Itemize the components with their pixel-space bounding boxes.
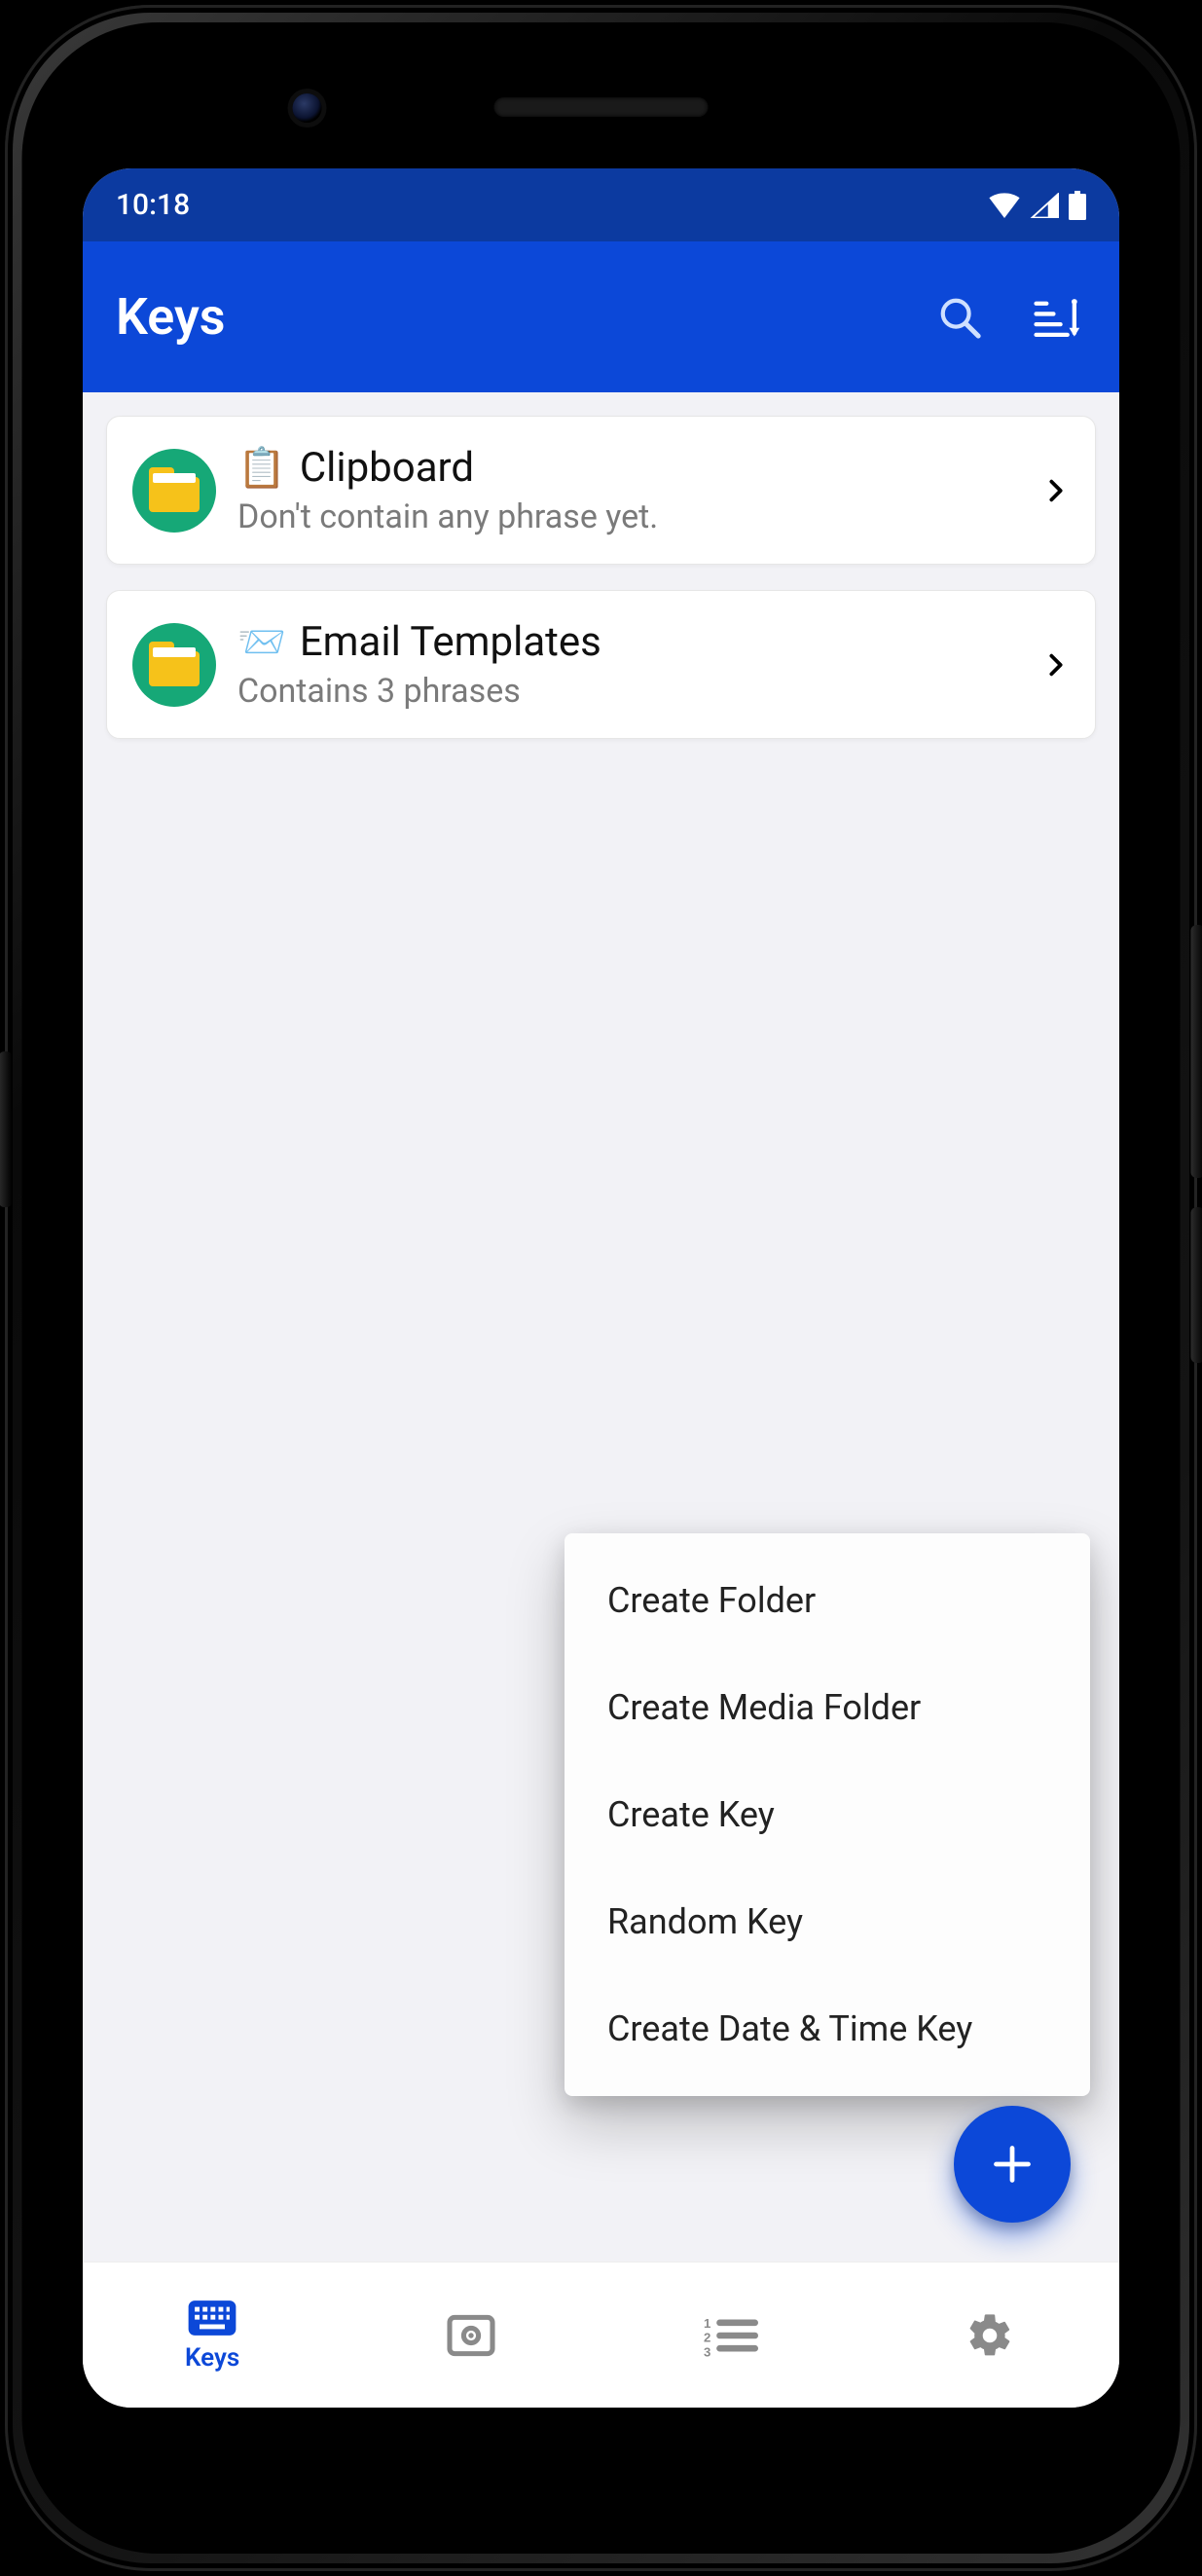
- folder-subtitle: Don't contain any phrase yet.: [237, 497, 1042, 536]
- folder-emoji-icon: 📋: [237, 445, 286, 491]
- volume-up-button: [1190, 925, 1202, 1178]
- folder-emoji-icon: 📨: [237, 619, 286, 665]
- screen: 10:18 Keys: [83, 168, 1119, 2408]
- plus-icon: [991, 2143, 1034, 2186]
- fab-menu: Create Folder Create Media Folder Create…: [565, 1533, 1090, 2096]
- numbered-list-icon: 1 2 3: [704, 2314, 758, 2357]
- folder-card-clipboard[interactable]: 📋 Clipboard Don't contain any phrase yet…: [106, 416, 1096, 565]
- page-title: Keys: [116, 287, 930, 347]
- search-button[interactable]: [930, 288, 989, 347]
- menu-item-create-date-time-key[interactable]: Create Date & Time Key: [565, 1975, 1090, 2082]
- status-bar: 10:18: [83, 168, 1119, 241]
- menu-item-create-key[interactable]: Create Key: [565, 1761, 1090, 1868]
- folder-icon: [132, 623, 216, 707]
- folder-title: Email Templates: [300, 618, 601, 666]
- folder-card-email-templates[interactable]: 📨 Email Templates Contains 3 phrases: [106, 590, 1096, 739]
- sort-icon: [1033, 295, 1081, 340]
- wifi-icon: [989, 193, 1020, 218]
- svg-text:3: 3: [704, 2344, 710, 2357]
- media-icon: [446, 2314, 496, 2357]
- status-time: 10:18: [116, 188, 190, 222]
- phone-frame: 10:18 Keys: [0, 0, 1202, 2576]
- folder-icon: [132, 449, 216, 533]
- chevron-right-icon: [1042, 477, 1070, 504]
- app-bar-actions: [930, 288, 1086, 347]
- content-area: 📋 Clipboard Don't contain any phrase yet…: [83, 392, 1119, 2262]
- svg-text:2: 2: [704, 2330, 710, 2344]
- fab-add-button[interactable]: [954, 2106, 1071, 2223]
- nav-tab-settings[interactable]: [860, 2263, 1119, 2408]
- svg-text:1: 1: [704, 2315, 710, 2330]
- stage: 10:18 Keys: [0, 0, 1202, 2576]
- search-icon: [937, 295, 982, 340]
- nav-label-keys: Keys: [185, 2343, 239, 2373]
- phone-speaker: [494, 97, 709, 117]
- folder-texts: 📋 Clipboard Don't contain any phrase yet…: [237, 444, 1042, 536]
- nav-tab-keys[interactable]: Keys: [83, 2263, 342, 2408]
- signal-icon: [1030, 193, 1059, 218]
- menu-item-create-folder[interactable]: Create Folder: [565, 1547, 1090, 1654]
- home-indicator[interactable]: [465, 2380, 738, 2390]
- gear-icon: [965, 2311, 1014, 2360]
- folder-subtitle: Contains 3 phrases: [237, 672, 1042, 711]
- power-button: [0, 1051, 12, 1207]
- folder-texts: 📨 Email Templates Contains 3 phrases: [237, 618, 1042, 711]
- status-icons: [989, 191, 1086, 220]
- sort-button[interactable]: [1028, 288, 1086, 347]
- volume-down-button: [1190, 1207, 1202, 1363]
- folder-title: Clipboard: [300, 444, 474, 492]
- front-camera: [292, 93, 321, 123]
- battery-icon: [1069, 191, 1086, 220]
- keyboard-icon: [187, 2299, 237, 2337]
- app-bar: Keys: [83, 241, 1119, 392]
- chevron-right-icon: [1042, 651, 1070, 679]
- menu-item-random-key[interactable]: Random Key: [565, 1868, 1090, 1975]
- menu-item-create-media-folder[interactable]: Create Media Folder: [565, 1654, 1090, 1761]
